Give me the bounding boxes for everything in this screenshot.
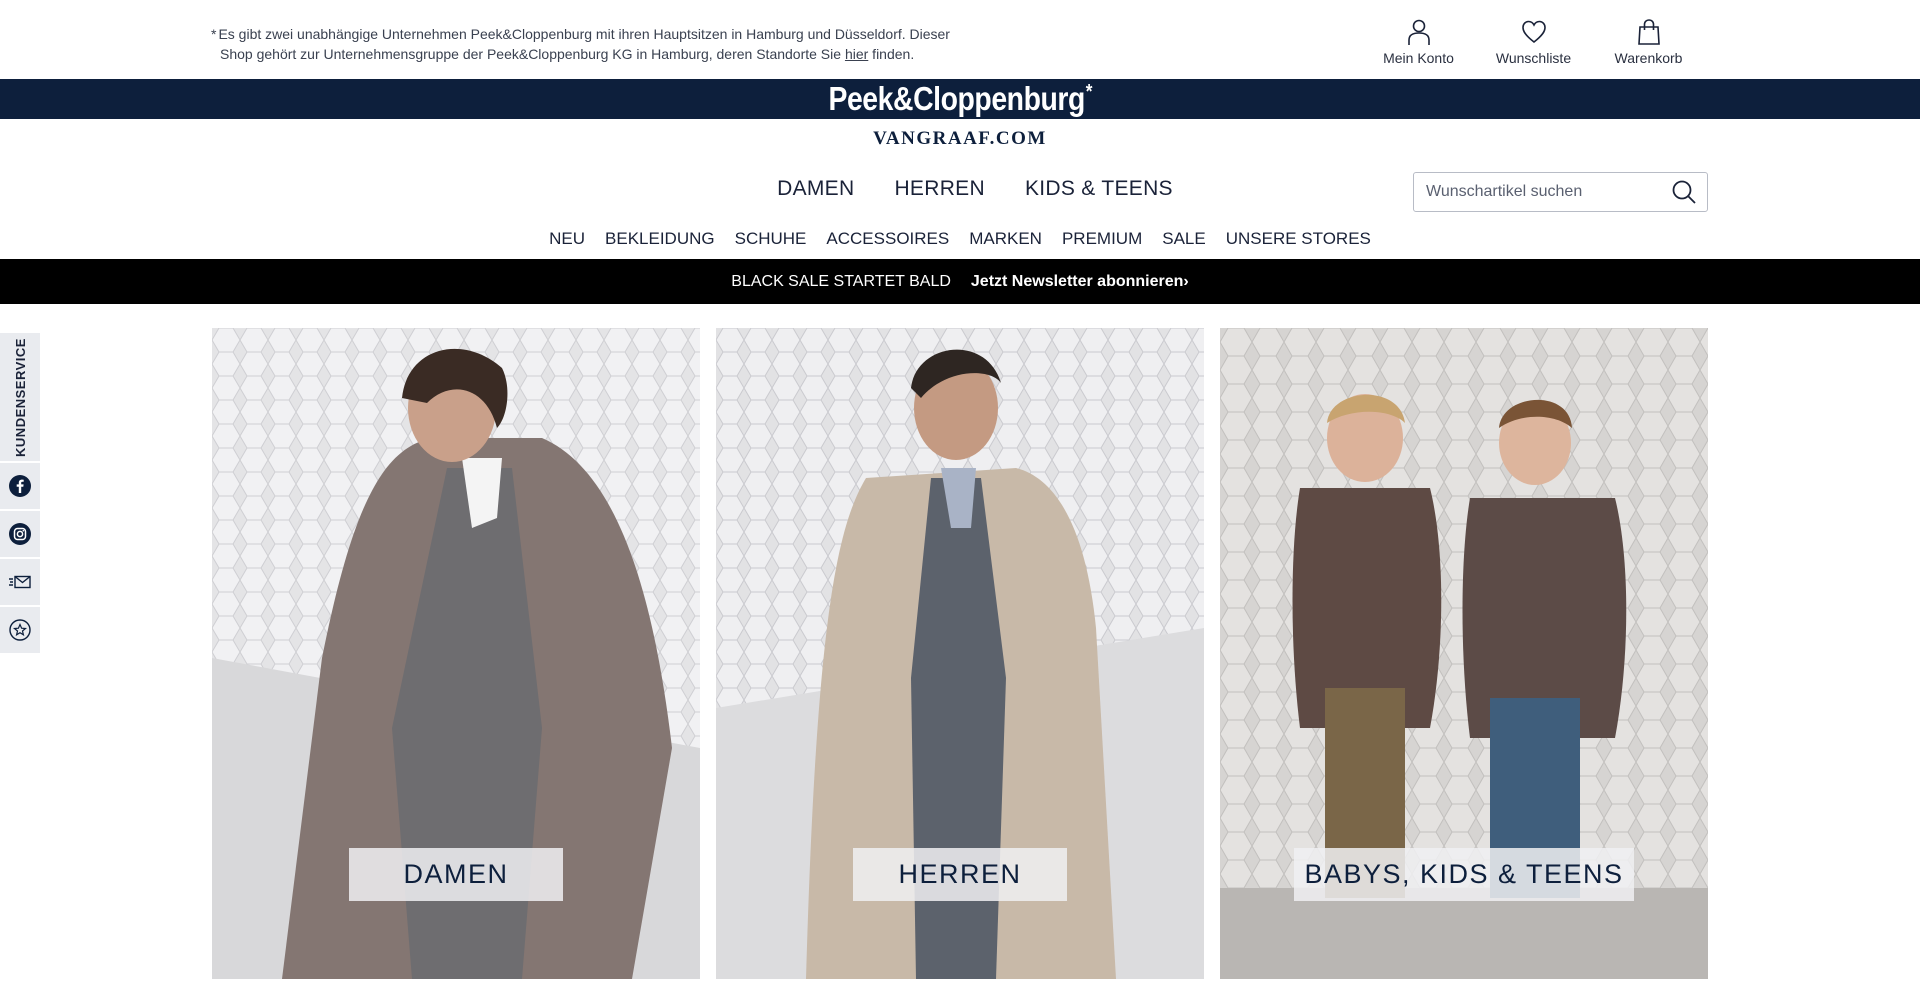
reviews-button[interactable] [0, 607, 40, 655]
brand-logo[interactable]: Peek&Cloppenburg* [828, 80, 1092, 118]
notice-star: * [211, 26, 217, 42]
subnav-neu[interactable]: NEU [549, 229, 585, 249]
brand-name: Peek&Cloppenburg [828, 80, 1085, 117]
my-account-label: Mein Konto [1383, 50, 1454, 66]
category-tiles: DAMEN HERREN BABYS, KIDS & TEENS [212, 328, 1708, 979]
customer-service-tab[interactable]: KUNDENSERVICE [0, 333, 40, 463]
promo-banner: BLACK SALE STARTET BALD Jetzt Newsletter… [0, 259, 1920, 304]
account-actions: Mein Konto Wunschliste Warenkorb [1361, 18, 1706, 66]
tile-damen[interactable]: DAMEN [212, 328, 700, 979]
cart-button[interactable]: Warenkorb [1591, 18, 1706, 66]
top-bar: * Es gibt zwei unabhängige Unternehmen Pe… [0, 0, 1920, 79]
nav-kids-teens[interactable]: KIDS & TEENS [1025, 177, 1173, 201]
cart-label: Warenkorb [1614, 50, 1683, 66]
user-icon [1407, 19, 1430, 45]
instagram-button[interactable] [0, 511, 40, 559]
nav-herren[interactable]: HERREN [894, 177, 984, 201]
notice-stores-link[interactable]: hier [845, 46, 868, 62]
subnav-accessoires[interactable]: ACCESSOIRES [826, 229, 949, 249]
heart-icon [1521, 20, 1546, 44]
tile-label-kids: BABYS, KIDS & TEENS [1294, 848, 1634, 901]
promo-text: BLACK SALE STARTET BALD [731, 272, 951, 290]
tile-label-herren: HERREN [853, 848, 1067, 901]
sub-brand-logo[interactable]: VANGRAAF.COM [0, 128, 1920, 150]
nav-damen[interactable]: DAMEN [777, 177, 854, 201]
notice-line-2-end: finden. [868, 46, 915, 62]
subnav-premium[interactable]: PREMIUM [1062, 229, 1142, 249]
notice-line-1: Es gibt zwei unabhängige Unternehmen Pee… [218, 26, 950, 42]
customer-service-label: KUNDENSERVICE [12, 337, 28, 457]
star-badge-icon [9, 619, 31, 641]
subnav-unsere-stores[interactable]: UNSERE STORES [1226, 229, 1371, 249]
search-input[interactable] [1424, 182, 1671, 202]
newsletter-icon [9, 575, 31, 589]
bag-icon [1637, 19, 1660, 45]
newsletter-cta-label: Jetzt Newsletter abonnieren [970, 272, 1184, 290]
newsletter-cta[interactable]: Jetzt Newsletter abonnieren› [971, 273, 1189, 291]
subnav-bekleidung[interactable]: BEKLEIDUNG [605, 229, 715, 249]
facebook-icon [9, 475, 31, 497]
search-icon[interactable] [1671, 179, 1697, 205]
tile-label-damen: DAMEN [349, 848, 563, 901]
instagram-icon [9, 523, 31, 545]
my-account-button[interactable]: Mein Konto [1361, 18, 1476, 66]
facebook-button[interactable] [0, 463, 40, 511]
subnav-schuhe[interactable]: SCHUHE [735, 229, 807, 249]
search-box [1413, 172, 1708, 212]
wishlist-button[interactable]: Wunschliste [1476, 18, 1591, 66]
tile-kids[interactable]: BABYS, KIDS & TEENS [1220, 328, 1708, 979]
wishlist-label: Wunschliste [1495, 50, 1572, 66]
chevron-right-icon: › [1183, 272, 1189, 290]
tile-herren[interactable]: HERREN [716, 328, 1204, 979]
company-notice: * Es gibt zwei unabhängige Unternehmen Pe… [211, 24, 971, 64]
category-navigation: NEU BEKLEIDUNG SCHUHE ACCESSOIRES MARKEN… [0, 229, 1920, 249]
brand-mark: * [1085, 81, 1093, 103]
subnav-marken[interactable]: MARKEN [969, 229, 1042, 249]
newsletter-button[interactable] [0, 559, 40, 607]
notice-line-2-text: Shop gehört zur Unternehmensgruppe der P… [220, 46, 845, 62]
brand-band: Peek&Cloppenburg* [0, 79, 1920, 119]
notice-line-2: Shop gehört zur Unternehmensgruppe der P… [211, 44, 971, 64]
subnav-sale[interactable]: SALE [1162, 229, 1205, 249]
customer-service-rail: KUNDENSERVICE [0, 333, 40, 655]
